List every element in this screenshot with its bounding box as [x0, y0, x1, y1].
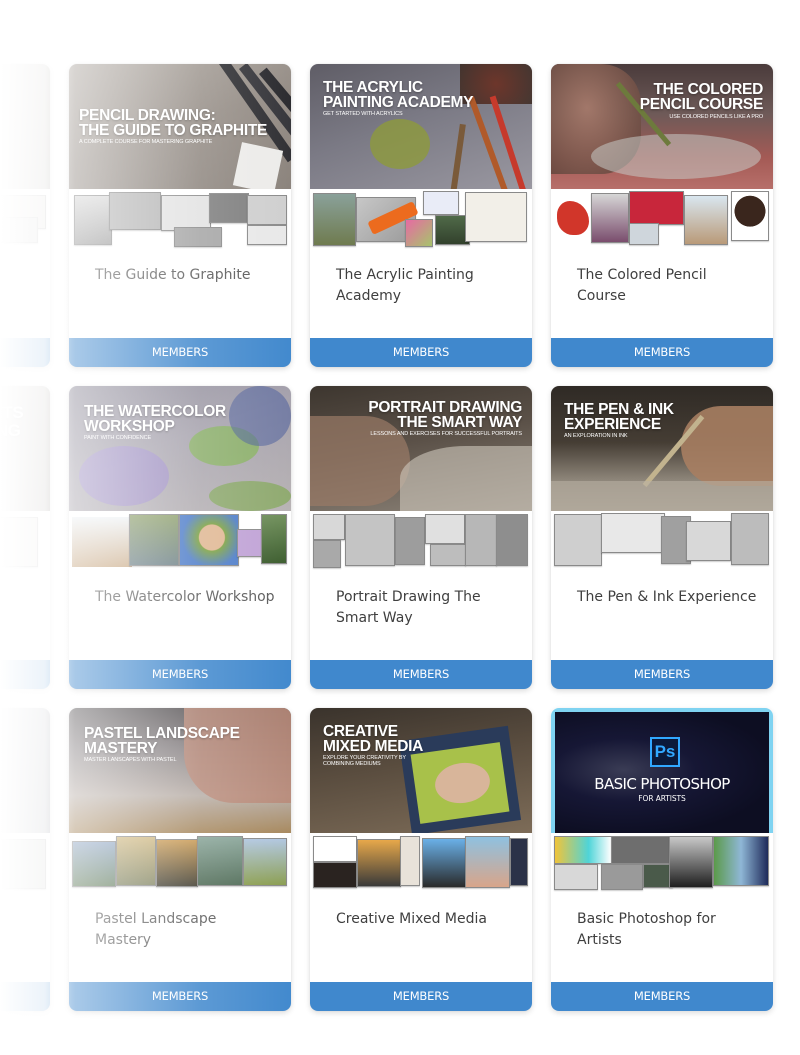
hero-title: ...ETS ...ING	[0, 403, 24, 440]
hero-subtitle: A COMPLETE COURSE FOR MASTERING GRAPHITE	[79, 139, 213, 145]
course-title[interactable]: The Acrylic Painting Academy	[336, 265, 516, 307]
course-thumbnail-strip	[310, 511, 532, 571]
course-card-partial[interactable]: ...ETS ...ING MEMBERS	[0, 386, 50, 689]
course-thumbnail-strip	[551, 511, 773, 571]
hero-title: PORTRAIT DRAWING THE SMART WAY	[368, 399, 522, 431]
hero-title: THE WATERCOLOR WORKSHOP	[84, 403, 226, 435]
course-hero-image: PENCIL DRAWING: THE GUIDE TO GRAPHITE A …	[69, 64, 291, 189]
course-thumbnail-strip	[69, 511, 291, 571]
course-title[interactable]: Basic Photoshop for Artists	[577, 909, 757, 951]
course-hero-image: Ps BASIC PHOTOSHOP FOR ARTISTS	[551, 708, 773, 833]
course-card-pen-ink[interactable]: THE PEN & INK EXPERIENCE AN EXPLORATION …	[551, 386, 773, 689]
hero-title: THE COLORED PENCIL COURSE	[639, 81, 764, 113]
course-card-mixed-media[interactable]: CREATIVE MIXED MEDIA EXPLORE YOUR CREATI…	[310, 708, 532, 1011]
course-thumbnail-strip	[551, 833, 773, 893]
course-hero-image	[0, 64, 50, 189]
members-button[interactable]: MEMBERS	[551, 660, 773, 689]
members-button[interactable]: MEMBERS	[69, 982, 291, 1011]
hero-subtitle: GET STARTED WITH ACRYLICS	[323, 111, 403, 117]
course-title[interactable]: The Watercolor Workshop	[95, 587, 275, 608]
course-thumbnail-strip	[69, 833, 291, 893]
members-button[interactable]: MEMBERS	[0, 338, 50, 367]
members-button[interactable]: MEMBERS	[551, 982, 773, 1011]
hero-subtitle: FOR ARTISTS	[638, 794, 686, 803]
members-button[interactable]: MEMBERS	[69, 338, 291, 367]
course-card-colored-pencil[interactable]: THE COLORED PENCIL COURSE USE COLORED PE…	[551, 64, 773, 367]
course-thumbnail-strip	[69, 189, 291, 249]
course-thumbnail-strip	[310, 189, 532, 249]
course-thumbnail-strip	[310, 833, 532, 893]
course-title[interactable]: Portrait Drawing The Smart Way	[336, 587, 516, 629]
course-hero-image	[0, 708, 50, 833]
hero-subtitle: LESSONS AND EXERCISES FOR SUCCESSFUL POR…	[370, 431, 522, 437]
hero-title: THE ACRYLIC PAINTING ACADEMY	[323, 79, 474, 111]
course-title[interactable]: The Guide to Graphite	[95, 265, 275, 286]
course-card-partial[interactable]: MEMBERS	[0, 64, 50, 367]
course-thumbnail-strip	[551, 189, 773, 249]
course-hero-image: THE COLORED PENCIL COURSE USE COLORED PE…	[551, 64, 773, 189]
course-hero-image: PASTEL LANDSCAPE MASTERY MASTER LANSCAPE…	[69, 708, 291, 833]
members-button[interactable]: MEMBERS	[0, 982, 50, 1011]
members-button[interactable]: MEMBERS	[310, 338, 532, 367]
members-button[interactable]: MEMBERS	[310, 660, 532, 689]
members-button[interactable]: MEMBERS	[0, 660, 50, 689]
hero-title: CREATIVE MIXED MEDIA	[323, 723, 424, 755]
course-hero-image: PORTRAIT DRAWING THE SMART WAY LESSONS A…	[310, 386, 532, 511]
members-button[interactable]: MEMBERS	[69, 660, 291, 689]
hero-title: PASTEL LANDSCAPE MASTERY	[84, 725, 240, 757]
course-hero-image: CREATIVE MIXED MEDIA EXPLORE YOUR CREATI…	[310, 708, 532, 833]
course-hero-image: THE PEN & INK EXPERIENCE AN EXPLORATION …	[551, 386, 773, 511]
hero-subtitle: EXPLORE YOUR CREATIVITY BY COMBINING MED…	[323, 755, 406, 767]
course-card-acrylic[interactable]: THE ACRYLIC PAINTING ACADEMY GET STARTED…	[310, 64, 532, 367]
course-thumbnail-strip	[0, 833, 50, 893]
course-hero-image: THE WATERCOLOR WORKSHOP PAINT WITH CONFI…	[69, 386, 291, 511]
course-thumbnail-strip	[0, 511, 50, 571]
members-button[interactable]: MEMBERS	[551, 338, 773, 367]
course-title[interactable]: Pastel Landscape Mastery	[95, 909, 275, 951]
hero-subtitle: PAINT WITH CONFIDENCE	[84, 435, 152, 441]
course-card-pastel[interactable]: PASTEL LANDSCAPE MASTERY MASTER LANSCAPE…	[69, 708, 291, 1011]
course-title[interactable]: Creative Mixed Media	[336, 909, 516, 930]
course-title[interactable]: The Pen & Ink Experience	[577, 587, 757, 608]
hero-subtitle: AN EXPLORATION IN INK	[564, 433, 628, 439]
course-card-photoshop[interactable]: Ps BASIC PHOTOSHOP FOR ARTISTS Basic Pho…	[551, 708, 773, 1011]
course-hero-image: THE ACRYLIC PAINTING ACADEMY GET STARTED…	[310, 64, 532, 189]
course-thumbnail-strip	[0, 189, 50, 249]
hero-title: BASIC PHOTOSHOP	[594, 775, 730, 793]
course-hero-image: ...ETS ...ING	[0, 386, 50, 511]
course-card-graphite[interactable]: PENCIL DRAWING: THE GUIDE TO GRAPHITE A …	[69, 64, 291, 367]
hero-subtitle: USE COLORED PENCILS LIKE A PRO	[669, 114, 763, 120]
hero-title: THE PEN & INK EXPERIENCE	[564, 401, 674, 433]
hero-title: PENCIL DRAWING: THE GUIDE TO GRAPHITE	[79, 107, 268, 139]
course-grid: MEMBERS ...ETS ...ING MEMBERS MEMBERS PE…	[0, 0, 800, 1055]
course-card-watercolor[interactable]: THE WATERCOLOR WORKSHOP PAINT WITH CONFI…	[69, 386, 291, 689]
course-title[interactable]: The Colored Pencil Course	[577, 265, 757, 307]
members-button[interactable]: MEMBERS	[310, 982, 532, 1011]
hero-subtitle: MASTER LANSCAPES WITH PASTEL	[84, 757, 177, 763]
course-card-partial[interactable]: MEMBERS	[0, 708, 50, 1011]
photoshop-logo-icon: Ps	[650, 737, 680, 767]
course-card-portrait[interactable]: PORTRAIT DRAWING THE SMART WAY LESSONS A…	[310, 386, 532, 689]
